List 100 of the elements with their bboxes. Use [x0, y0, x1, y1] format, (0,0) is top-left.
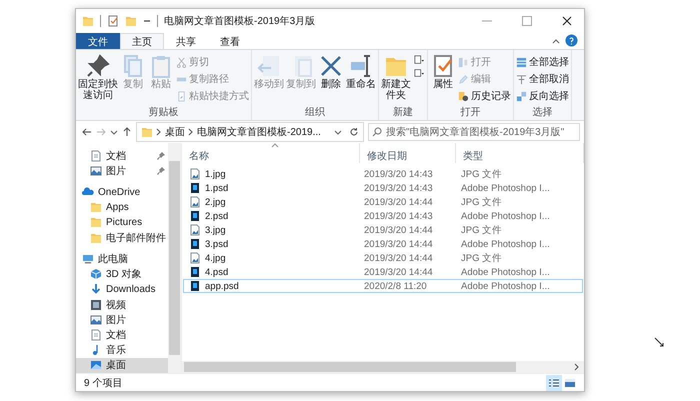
table-cell-text: 2019/3/20 14:43: [363, 210, 434, 222]
up-icon[interactable]: [122, 127, 132, 137]
photoshop-file-icon: [189, 280, 201, 292]
address-bar[interactable]: 桌面 电脑网文章首图模板-2019...: [136, 122, 364, 142]
ribbon-button[interactable]: 全部取消: [515, 71, 570, 87]
image-icon: [90, 164, 102, 177]
window-title: 电脑网文章首图模板-2019年3月版: [164, 14, 316, 28]
file-name[interactable]: 2.jpg: [183, 196, 361, 208]
ribbon-button[interactable]: 删除: [317, 52, 345, 106]
dropdown-icon[interactable]: [334, 128, 342, 136]
back-icon[interactable]: [82, 127, 92, 137]
table-cell-text: 2019/3/20 14:44: [363, 224, 434, 236]
table-cell-text: Adobe Photoshop I...: [460, 280, 551, 292]
properties-icon: [107, 15, 119, 27]
close-icon[interactable]: [562, 16, 572, 26]
photoshop-file-icon: [189, 238, 201, 250]
chevron-icon[interactable]: [188, 128, 194, 136]
sidebar-item[interactable]: 图片: [76, 163, 168, 178]
breadcrumb[interactable]: 桌面: [165, 125, 185, 139]
table-cell-text: 2019/3/20 14:44: [363, 252, 434, 264]
folder-icon: [90, 201, 102, 214]
sidebar-item[interactable]: Downloads: [76, 282, 168, 297]
sort-ascending-icon: [270, 143, 278, 148]
ribbon-button[interactable]: 历史记录: [457, 88, 512, 104]
file-name[interactable]: 2.psd: [183, 210, 361, 222]
table-cell-text: Adobe Photoshop I...: [460, 210, 551, 222]
table-cell-text: Adobe Photoshop I...: [460, 266, 551, 278]
sidebar-item[interactable]: 桌面: [76, 358, 168, 373]
breadcrumb[interactable]: 电脑网文章首图模板-2019...: [197, 125, 321, 139]
ribbon-tab[interactable]: 文件: [76, 33, 120, 49]
document-icon: [90, 150, 102, 162]
group-label: 新建: [393, 106, 413, 120]
group-label: 打开: [460, 106, 480, 120]
sidebar-item[interactable]: 文档: [76, 327, 168, 343]
large-icons-view-icon: [564, 376, 576, 388]
ribbon-tab[interactable]: 主页: [120, 33, 164, 49]
file-name[interactable]: 4.psd: [183, 266, 361, 278]
sidebar-item[interactable]: 视频: [76, 296, 168, 312]
resize-cursor-icon: [654, 337, 664, 349]
new-item-icon: [414, 55, 424, 65]
folder-icon: [141, 126, 153, 138]
photoshop-file-icon: [189, 182, 201, 194]
sidebar-item[interactable]: Apps: [76, 200, 168, 215]
sidebar-item[interactable]: 文档: [76, 148, 168, 164]
sidebar-item[interactable]: 音乐: [76, 342, 168, 358]
photoshop-file-icon: [189, 210, 201, 222]
group-label: 选择: [532, 106, 552, 120]
refresh-icon[interactable]: [349, 127, 359, 137]
file-name[interactable]: 3.jpg: [183, 224, 361, 236]
ribbon-button[interactable]: 重命名: [345, 52, 377, 106]
ribbon-button[interactable]: 反向选择: [515, 88, 570, 104]
image-file-icon: [189, 168, 201, 180]
sidebar-item[interactable]: Pictures: [76, 214, 168, 230]
scroll-right-icon[interactable]: [574, 363, 580, 371]
table-cell-text: 2019/3/20 14:44: [363, 266, 434, 278]
column-header[interactable]: 名称: [182, 143, 360, 163]
ribbon-button[interactable]: 固定到快速访问: [77, 52, 119, 106]
ribbon-button[interactable]: 属性: [429, 52, 457, 106]
ribbon-button[interactable]: 新建文件夹: [380, 52, 412, 106]
sidebar-item[interactable]: 电子邮件附件: [76, 230, 168, 246]
cube-icon: [90, 268, 102, 280]
chevron-icon[interactable]: [156, 128, 162, 136]
image-file-icon: [189, 252, 201, 264]
help-icon[interactable]: [565, 34, 578, 47]
sidebar-item[interactable]: OneDrive: [76, 184, 168, 200]
folder-icon: [82, 15, 94, 27]
scrollbar[interactable]: [168, 143, 181, 373]
view-button[interactable]: [546, 374, 562, 390]
details-view-icon: [548, 376, 560, 388]
select-all-icon: [516, 56, 527, 68]
table-cell-text: 2019/3/20 14:43: [363, 168, 434, 180]
invert-selection-icon: [516, 90, 527, 102]
scrollbar[interactable]: [182, 361, 584, 373]
table-cell-text: 2019/3/20 14:43: [363, 182, 434, 194]
sidebar-item[interactable]: 图片: [76, 312, 168, 328]
group-label: 剪贴板: [148, 106, 178, 120]
file-name[interactable]: 1.jpg: [183, 168, 361, 180]
ribbon-button[interactable]: 全部选择: [515, 54, 570, 70]
table-cell-text: JPG 文件: [460, 168, 504, 180]
file-name[interactable]: app.psd: [183, 280, 361, 292]
column-header[interactable]: 修改日期: [360, 143, 456, 163]
delete-icon: [319, 54, 343, 78]
file-name[interactable]: 3.psd: [183, 238, 361, 250]
properties-icon: [431, 54, 455, 78]
folder-icon: [90, 216, 102, 228]
copy-icon: [121, 54, 145, 78]
search-field[interactable]: 搜索"电脑网文章首图模板-2019年3月版": [368, 123, 580, 141]
table-cell-text: Adobe Photoshop I...: [460, 182, 551, 194]
recent-locations-icon[interactable]: [110, 128, 118, 136]
photoshop-file-icon: [189, 266, 201, 278]
table-cell-text: JPG 文件: [460, 196, 504, 208]
file-name[interactable]: 1.psd: [183, 182, 361, 194]
file-name[interactable]: 4.jpg: [183, 252, 361, 264]
easy-access-icon: [414, 68, 424, 78]
history-icon: [458, 90, 469, 102]
table-cell-text: 2019/3/20 14:44: [363, 196, 434, 208]
column-header[interactable]: 类型: [456, 143, 584, 163]
sidebar-item[interactable]: 3D 对象: [76, 266, 168, 282]
sidebar-item[interactable]: 此电脑: [76, 251, 168, 267]
desktop-icon: [90, 359, 102, 372]
